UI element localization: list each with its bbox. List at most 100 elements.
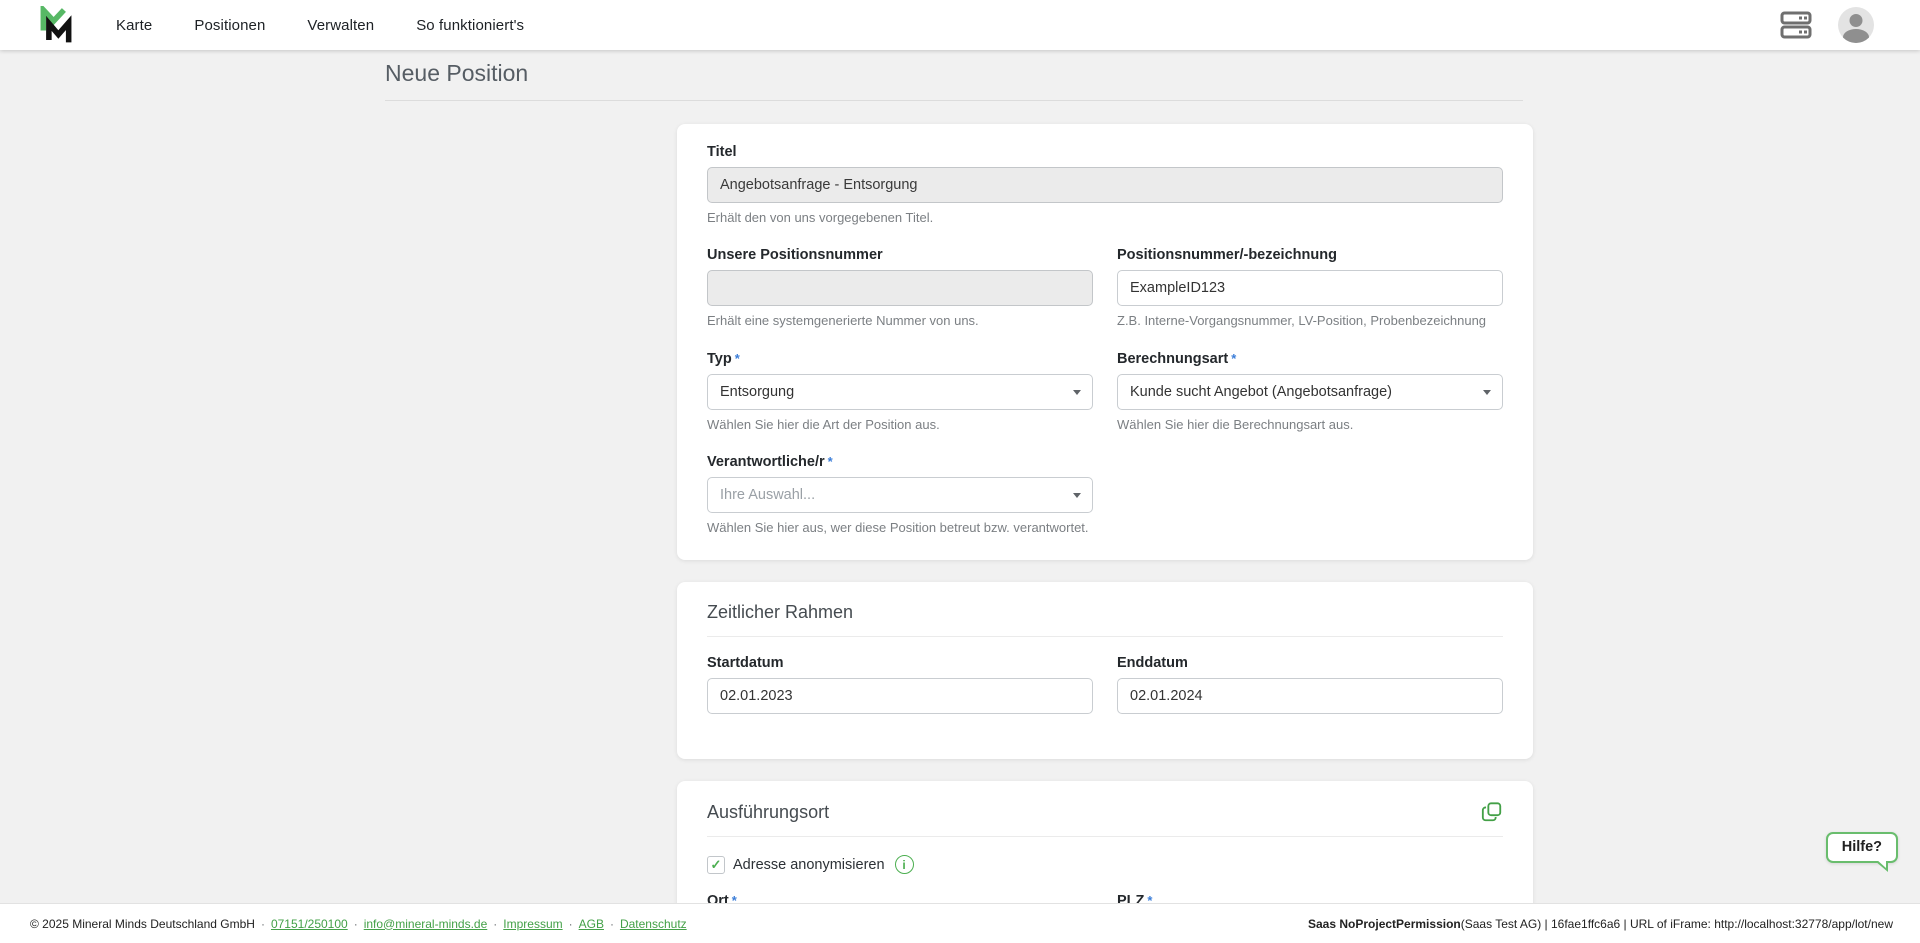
- anonymize-address-row: ✓ Adresse anonymisieren i: [707, 855, 1503, 874]
- help-button-label: Hilfe?: [1841, 839, 1882, 855]
- ausfuehrungsort-header: Ausführungsort: [707, 801, 1503, 837]
- typ-berechnungsart-row: Typ * Entsorgung Wählen Sie hier die Art …: [707, 351, 1503, 454]
- footer-link-impressum[interactable]: Impressum: [503, 917, 562, 931]
- zeitlicher-rahmen-header: Zeitlicher Rahmen: [707, 602, 1503, 637]
- typ-label-text: Typ: [707, 350, 732, 367]
- copy-glyph: [1481, 802, 1502, 822]
- berechnungsart-hint: Wählen Sie hier die Berechnungsart aus.: [1117, 416, 1354, 432]
- required-asterisk: *: [731, 893, 737, 903]
- titel-hint: Erhält den von uns vorgegebenen Titel.: [707, 210, 934, 225]
- positionsnummer-input[interactable]: [1117, 270, 1503, 307]
- required-asterisk: *: [827, 453, 833, 469]
- avatar-head-icon: [1849, 14, 1863, 27]
- app-logo[interactable]: [36, 5, 76, 45]
- verantwortliche-row: Verantwortliche/r * Ihre Auswahl... Wähle…: [707, 454, 1503, 536]
- ort-plz-row: Ort * PLZ *: [707, 893, 1503, 903]
- chevron-down-icon: [1483, 389, 1491, 395]
- unsere-positionsnummer-input: [707, 270, 1093, 307]
- server-stack-icon[interactable]: [1780, 10, 1812, 40]
- typ-hint: Wählen Sie hier die Art der Position aus…: [707, 416, 940, 432]
- typ-select[interactable]: Entsorgung: [707, 373, 1093, 410]
- typ-label: Typ *: [707, 351, 1093, 367]
- ort-group: Ort *: [707, 893, 1093, 903]
- nav-item-verwalten[interactable]: Verwalten: [307, 17, 374, 34]
- footer: © 2025 Mineral Minds Deutschland GmbH · …: [0, 903, 1920, 943]
- verantwortliche-label-text: Verantwortliche/r: [707, 453, 825, 470]
- footer-separator: ·: [260, 916, 265, 931]
- verantwortliche-select[interactable]: Ihre Auswahl...: [707, 476, 1093, 513]
- chevron-down-icon: [1073, 389, 1081, 395]
- berechnungsart-select[interactable]: Kunde sucht Angebot (Angebotsanfrage): [1117, 373, 1503, 410]
- copyright-text: © 2025 Mineral Minds Deutschland GmbH: [30, 916, 255, 931]
- saas-permission-text: Saas NoProjectPermission: [1308, 916, 1461, 931]
- verantwortliche-label: Verantwortliche/r *: [707, 454, 1093, 470]
- user-avatar[interactable]: [1838, 7, 1874, 43]
- navbar-right: [1780, 7, 1874, 43]
- footer-separator: ·: [353, 916, 358, 931]
- footer-separator: ·: [493, 916, 498, 931]
- zeitlicher-rahmen-title: Zeitlicher Rahmen: [707, 602, 854, 622]
- page-container: Neue Position Titel Erhält den von uns v…: [385, 50, 1533, 903]
- ausfuehrungsort-card: Ausführungsort ✓ Adresse anonymisieren i: [677, 781, 1533, 903]
- typ-select-value: Entsorgung: [720, 383, 795, 400]
- navbar: Karte Positionen Verwalten So funktionie…: [0, 0, 1920, 50]
- mineral-minds-logo-icon: [40, 6, 72, 43]
- checkmark-icon: ✓: [710, 857, 722, 872]
- unsere-positionsnummer-group: Unsere Positionsnummer Erhält eine syste…: [707, 247, 1093, 329]
- help-button[interactable]: Hilfe?: [1825, 832, 1898, 872]
- berechnungsart-select-value: Kunde sucht Angebot (Angebotsanfrage): [1130, 383, 1392, 400]
- anonymize-checkbox-label[interactable]: Adresse anonymisieren: [733, 857, 885, 873]
- plz-group: PLZ *: [1117, 893, 1503, 903]
- berechnungsart-label: Berechnungsart *: [1117, 351, 1503, 367]
- date-row: Startdatum Enddatum: [707, 655, 1503, 735]
- verantwortliche-hint: Wählen Sie hier aus, wer diese Position …: [707, 519, 1089, 535]
- ausfuehrungsort-title: Ausführungsort: [707, 801, 830, 822]
- footer-link-agb[interactable]: AGB: [579, 917, 604, 931]
- navbar-left: Karte Positionen Verwalten So funktionie…: [36, 5, 524, 45]
- footer-link-email[interactable]: info@mineral-minds.de: [364, 917, 488, 931]
- saas-info-text: (Saas Test AG) | 16fae1ffc6a6 | URL of i…: [1460, 916, 1893, 931]
- footer-right: Saas NoProjectPermission (Saas Test AG) …: [1308, 917, 1893, 931]
- positionsnummer-label: Positionsnummer/-bezeichnung: [1117, 247, 1337, 264]
- nav-item-so-funktionierts[interactable]: So funktioniert's: [416, 17, 524, 34]
- ort-label: Ort *: [707, 893, 1093, 903]
- footer-left: © 2025 Mineral Minds Deutschland GmbH · …: [30, 917, 687, 931]
- info-icon[interactable]: i: [894, 855, 914, 874]
- titel-field-group: Titel Erhält den von uns vorgegebenen Ti…: [707, 144, 1503, 226]
- page-title: Neue Position: [385, 60, 1523, 101]
- positionsnummer-hint: Z.B. Interne-Vorgangsnummer, LV-Position…: [1117, 313, 1487, 329]
- titel-input: [707, 167, 1503, 203]
- nav-item-karte[interactable]: Karte: [116, 17, 152, 34]
- required-asterisk: *: [734, 350, 740, 366]
- avatar-body-icon: [1843, 29, 1869, 43]
- enddatum-input[interactable]: [1117, 678, 1503, 714]
- main-content: Neue Position Titel Erhält den von uns v…: [0, 50, 1920, 903]
- enddatum-group: Enddatum: [1117, 655, 1503, 735]
- typ-group: Typ * Entsorgung Wählen Sie hier die Art …: [707, 351, 1093, 433]
- positionsnummer-group: Positionsnummer/-bezeichnung Z.B. Intern…: [1117, 247, 1503, 350]
- server-stack-glyph: [1780, 11, 1812, 39]
- position-number-row: Unsere Positionsnummer Erhält eine syste…: [707, 247, 1503, 350]
- position-details-card: Titel Erhält den von uns vorgegebenen Ti…: [677, 124, 1533, 560]
- anonymize-checkbox[interactable]: ✓: [707, 855, 725, 874]
- startdatum-group: Startdatum: [707, 655, 1093, 714]
- footer-separator: ·: [609, 916, 614, 931]
- verantwortliche-group: Verantwortliche/r * Ihre Auswahl... Wähle…: [707, 454, 1093, 536]
- zeitlicher-rahmen-card: Zeitlicher Rahmen Startdatum Enddatum: [677, 582, 1533, 759]
- footer-link-phone[interactable]: 07151/250100: [271, 917, 348, 931]
- footer-link-datenschutz[interactable]: Datenschutz: [620, 917, 687, 931]
- berechnungsart-group: Berechnungsart * Kunde sucht Angebot (Ang…: [1117, 351, 1503, 454]
- footer-separator: ·: [568, 916, 573, 931]
- enddatum-label: Enddatum: [1117, 655, 1188, 671]
- startdatum-input[interactable]: [707, 678, 1093, 714]
- chevron-down-icon: [1073, 492, 1081, 498]
- startdatum-label: Startdatum: [707, 655, 784, 671]
- copy-icon[interactable]: [1481, 801, 1503, 823]
- nav-item-positionen[interactable]: Positionen: [194, 17, 265, 34]
- main-nav: Karte Positionen Verwalten So funktionie…: [116, 17, 524, 34]
- form-cards: Titel Erhält den von uns vorgegebenen Ti…: [677, 101, 1533, 903]
- titel-label: Titel: [707, 144, 737, 160]
- berechnungsart-label-text: Berechnungsart: [1117, 350, 1229, 367]
- plz-label: PLZ *: [1117, 893, 1503, 903]
- unsere-positionsnummer-label: Unsere Positionsnummer: [707, 247, 883, 264]
